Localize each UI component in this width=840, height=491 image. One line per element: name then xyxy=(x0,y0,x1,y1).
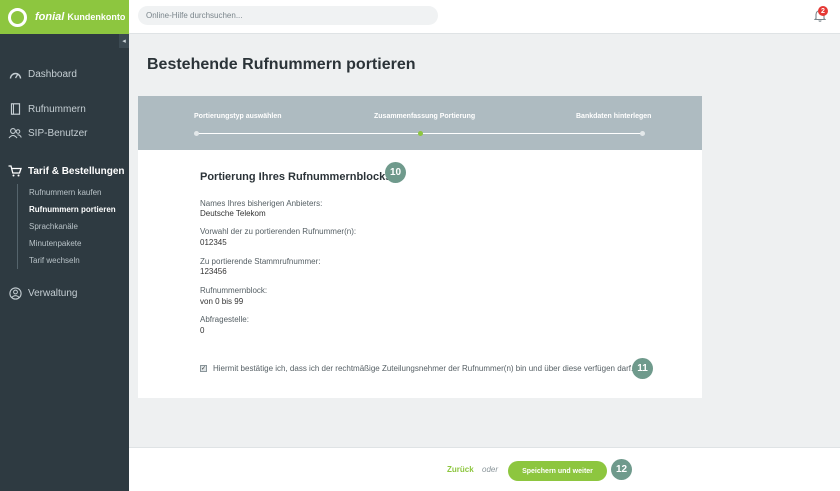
brand-bar[interactable]: fonial Kundenkonto xyxy=(0,0,129,34)
dashboard-icon xyxy=(8,68,22,80)
brand-name: fonial xyxy=(35,11,65,23)
back-link[interactable]: Zurück xyxy=(447,465,474,474)
step-label-portierungstyp: Portierungstyp auswählen xyxy=(194,113,282,120)
progress-stepper: Portierungstyp auswählen Zusammenfassung… xyxy=(138,96,702,150)
step-marker-11: 11 xyxy=(632,358,653,379)
notification-badge: 2 xyxy=(818,6,828,16)
fonial-logo-icon xyxy=(8,7,27,27)
field-value-stammrufnummer: 123456 xyxy=(200,267,227,276)
porting-summary-card: Portierungstyp auswählen Zusammenfassung… xyxy=(138,96,702,398)
sidebar: fonial Kundenkonto ◂ Dashboard Rufnummer… xyxy=(0,0,129,491)
top-bar: 2 xyxy=(129,0,840,34)
sidebar-item-label: Verwaltung xyxy=(28,287,78,299)
field-value-rufnummernblock: von 0 bis 99 xyxy=(200,297,244,306)
sidebar-item-verwaltung[interactable]: Verwaltung xyxy=(0,285,129,301)
step-dot-3 xyxy=(640,131,645,136)
sidebar-item-sip-benutzer[interactable]: SIP-Benutzer xyxy=(0,125,129,141)
confirmation-checkbox[interactable]: ✓ xyxy=(200,365,207,372)
sidebar-item-dashboard[interactable]: Dashboard xyxy=(0,66,129,82)
step-marker-10: 10 xyxy=(385,162,406,183)
save-continue-button[interactable]: Speichern und weiter xyxy=(508,461,607,481)
sidebar-item-rufnummern[interactable]: Rufnummern xyxy=(0,101,129,117)
phone-book-icon xyxy=(8,103,22,115)
confirmation-text: Hiermit bestätige ich, dass ich der rech… xyxy=(213,364,634,373)
field-value-abfragestelle: 0 xyxy=(200,326,205,335)
page-title: Bestehende Rufnummern portieren xyxy=(147,56,416,73)
brand-subtitle: Kundenkonto xyxy=(67,12,126,22)
step-dot-2-current xyxy=(418,131,423,136)
submenu-item-rufnummern-kaufen[interactable]: Rufnummern kaufen xyxy=(18,184,116,201)
step-label-bankdaten: Bankdaten hinterlegen xyxy=(576,113,652,120)
section-title: Portierung Ihres Rufnummernblocks xyxy=(200,171,392,183)
or-separator: oder xyxy=(482,465,499,474)
sidebar-item-tarif-bestellungen[interactable]: Tarif & Bestellungen xyxy=(0,163,129,179)
submenu-tarif: Rufnummern kaufen Rufnummern portieren S… xyxy=(17,184,116,269)
sidebar-item-label: SIP-Benutzer xyxy=(28,127,88,139)
step-dot-1 xyxy=(194,131,199,136)
user-circle-icon xyxy=(8,286,22,300)
submenu-item-minutenpakete[interactable]: Minutenpakete xyxy=(18,235,116,252)
field-value-vorwahl: 012345 xyxy=(200,238,227,247)
search-input[interactable] xyxy=(138,6,438,25)
field-label-stammrufnummer: Zu portierende Stammrufnummer: xyxy=(200,257,321,266)
field-value-anbieter: Deutsche Telekom xyxy=(200,209,266,218)
submenu-item-tarif-wechseln[interactable]: Tarif wechseln xyxy=(18,252,116,269)
submenu-item-sprachkanaele[interactable]: Sprachkanäle xyxy=(18,218,116,235)
field-label-abfragestelle: Abfragestelle: xyxy=(200,315,249,324)
sidebar-item-label: Tarif & Bestellungen xyxy=(28,165,125,177)
footer-actions: Zurück oder Speichern und weiter 12 xyxy=(129,447,840,491)
chevron-left-icon: ◂ xyxy=(122,38,126,45)
confirmation-row[interactable]: ✓ Hiermit bestätige ich, dass ich der re… xyxy=(200,364,633,373)
step-marker-12: 12 xyxy=(611,459,632,480)
sidebar-item-label: Dashboard xyxy=(28,68,77,80)
field-label-vorwahl: Vorwahl der zu portierenden Rufnummer(n)… xyxy=(200,227,357,236)
field-label-anbieter: Names Ihres bisherigen Anbieters: xyxy=(200,199,323,208)
cart-icon xyxy=(8,165,22,177)
users-icon xyxy=(8,127,22,139)
sidebar-collapse-button[interactable]: ◂ xyxy=(119,34,129,48)
field-label-rufnummernblock: Rufnummernblock: xyxy=(200,286,268,295)
submenu-item-rufnummern-portieren[interactable]: Rufnummern portieren xyxy=(18,201,116,218)
sidebar-item-label: Rufnummern xyxy=(28,103,86,115)
step-label-zusammenfassung: Zusammenfassung Portierung xyxy=(374,113,476,120)
